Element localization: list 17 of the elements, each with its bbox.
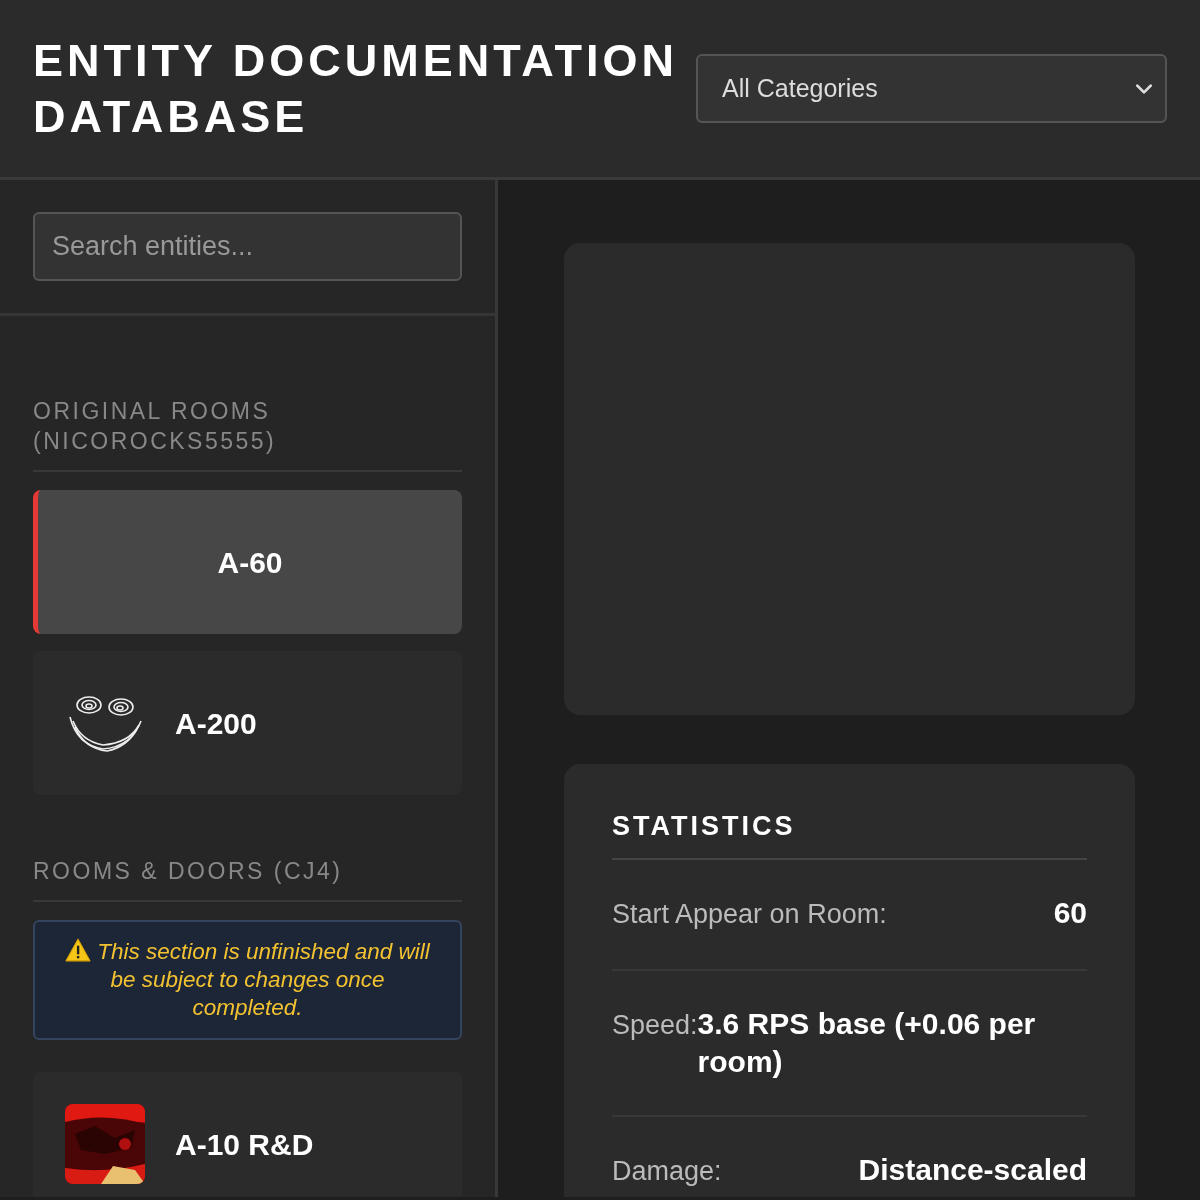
entity-item[interactable]: A-60 (33, 490, 462, 634)
stat-label: Speed: (612, 1008, 698, 1042)
section-title: STATISTICS (612, 810, 1087, 861)
group-heading: ROOMS & DOORS (CJ4) (33, 856, 462, 902)
warning-text: This section is unfinished and will be subject to changes once completed. (97, 939, 430, 1020)
entity-item[interactable]: A-200 (33, 651, 462, 795)
stat-label: Damage: (612, 1154, 722, 1188)
stat-label: Start Appear on Room: (612, 898, 887, 932)
entity-item[interactable]: A-10 R&D (33, 1072, 462, 1197)
search-field[interactable]: Search entities... (33, 212, 462, 281)
stat-value: Distance-scaled (858, 1151, 1087, 1188)
stat-value: 3.6 RPS base (+0.06 per room) (697, 1005, 1037, 1080)
warning-icon (65, 938, 92, 962)
group-heading: ORIGINAL ROOMS (NICOROCKS5555) (33, 396, 462, 472)
category-select[interactable]: All Categories (696, 54, 1167, 123)
page-title: ENTITY DOCUMENTATION DATABASE (33, 33, 679, 144)
stat-value: 60 (1053, 895, 1087, 932)
